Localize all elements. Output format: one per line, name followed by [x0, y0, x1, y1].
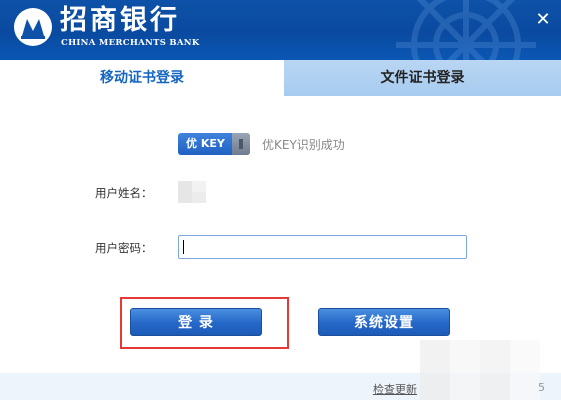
close-icon[interactable]: ✕ [535, 11, 551, 29]
ukey-badge-label: 优 KEY [186, 137, 225, 150]
username-value [178, 181, 206, 203]
tab-mobile-certificate[interactable]: 移动证书登录 [0, 60, 284, 96]
version-text: 5 [538, 381, 545, 394]
highlight-box [120, 297, 289, 349]
username-label: 用户姓名： [95, 186, 153, 200]
login-tabs: 移动证书登录 文件证书登录 [0, 60, 561, 96]
bank-name-en: CHINA MERCHANTS BANK [61, 38, 200, 48]
system-settings-button[interactable]: 系统设置 [318, 308, 450, 336]
ukey-status-text: 优KEY识别成功 [262, 138, 345, 152]
header-bar: 招商银行 CHINA MERCHANTS BANK ✕ [0, 0, 561, 60]
bank-name-cn: 招商银行 [60, 5, 180, 36]
blurred-region [420, 340, 540, 400]
password-input[interactable] [178, 235, 467, 259]
password-label: 用户密码： [95, 241, 153, 255]
tab-file-certificate[interactable]: 文件证书登录 [284, 60, 561, 96]
bank-logo-icon [14, 8, 52, 46]
usb-key-icon [232, 133, 250, 155]
decorative-pattern [396, 0, 536, 60]
text-cursor [183, 240, 184, 254]
ukey-badge: 优 KEY [178, 133, 250, 155]
login-window: 招商银行 CHINA MERCHANTS BANK ✕ 移动证书登录 文件证书登… [0, 0, 561, 400]
check-update-link[interactable]: 检查更新 [373, 381, 417, 397]
